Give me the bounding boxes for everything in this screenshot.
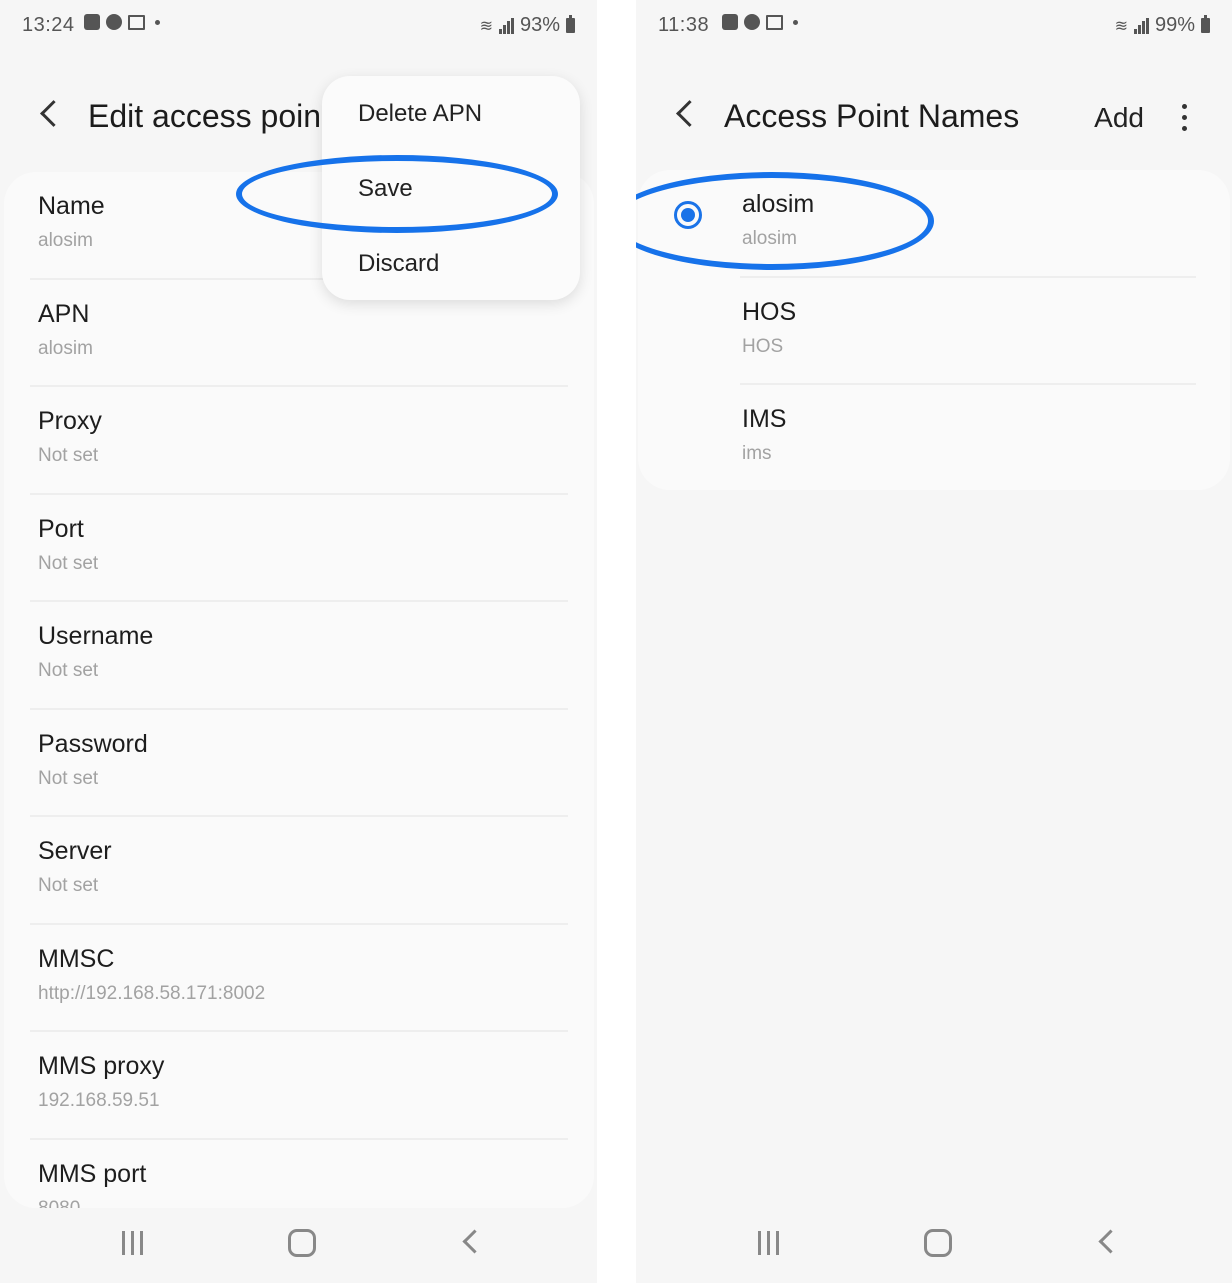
system-status: ≋ 93% [480,14,575,37]
battery-percent: 99% [1154,14,1195,36]
gmail-icon [766,14,783,30]
battery-icon [1201,15,1210,33]
home-button[interactable] [924,1229,952,1257]
field-value: http://192.168.58.171:8002 [38,982,266,1004]
recents-button[interactable] [758,1231,779,1255]
navigation-bar [636,1223,1232,1263]
delete-apn-menu-item[interactable]: Delete APN [358,100,482,128]
apn-field-row[interactable]: MMS port 8080 [4,1140,594,1209]
field-label: MMSC [38,944,115,973]
apn-list-item[interactable]: HOS HOS [638,278,1230,385]
apn-value: ims [742,443,772,464]
field-label: APN [38,299,90,328]
apn-field-row[interactable]: Server Not set [4,817,594,925]
nav-back-button[interactable] [462,1229,487,1254]
field-label: Name [38,192,105,220]
field-label: Username [38,622,154,650]
field-value: Not set [38,875,99,896]
apn-name: IMS [742,405,787,433]
apn-field-row[interactable]: Port Not set [4,495,594,602]
back-button[interactable] [672,94,700,134]
more-notifications-icon [793,19,798,25]
wifi-icon: ≋ [1114,17,1128,35]
more-options-icon[interactable] [1182,104,1188,134]
navigation-bar [0,1223,597,1263]
apn-field-row[interactable]: Username Not set [4,602,594,710]
apn-value: HOS [742,335,784,357]
field-value: 8080 [38,1197,81,1209]
gallery-icon [84,14,100,30]
signal-icon [1133,17,1149,34]
field-label: MMS proxy [38,1052,165,1080]
more-notifications-icon [155,19,160,25]
gallery-icon [722,14,738,30]
wifi-icon: ≋ [479,17,493,35]
apn-name: HOS [742,297,797,326]
apn-field-row[interactable]: Password Not set [4,710,594,817]
discard-menu-item[interactable]: Discard [358,250,439,278]
notification-icons [722,14,798,30]
signal-icon [498,17,514,34]
app-bar: Access Point Names Add [636,90,1232,150]
back-button[interactable] [36,94,64,134]
add-apn-button[interactable]: Add [1094,102,1144,134]
access-point-names-screen: 11:38 ≋ 99% Access Point Names Add alosi… [636,0,1232,1283]
battery-icon [566,15,575,33]
notification-icons [84,14,160,30]
gmail-icon [128,14,145,30]
field-value: 192.168.59.51 [38,1090,160,1111]
status-bar: 11:38 ≋ 99% [636,12,1232,42]
field-value: Not set [38,445,99,466]
field-label: Server [38,837,112,865]
apn-field-row[interactable]: Proxy Not set [4,387,594,495]
system-status: ≋ 99% [1115,14,1210,37]
status-time: 11:38 [658,14,710,36]
field-value: Not set [38,660,99,681]
battery-percent: 93% [519,14,560,36]
apn-fields-card: Name alosim APN alosim Proxy Not set Port Not s… [4,172,594,1208]
field-label: MMS port [38,1159,147,1188]
nav-back-button[interactable] [1098,1229,1123,1254]
field-label: Password [38,729,148,758]
account-icon [106,14,122,30]
field-value: Not set [38,552,99,574]
status-time: 13:24 [22,14,75,36]
account-icon [744,14,760,30]
save-highlight-annotation [236,155,558,233]
status-bar: 13:24 ≋ 93% [0,12,597,42]
field-label: Port [38,514,84,543]
field-value: alosim [38,230,93,251]
page-title: Access Point Names [724,98,1020,134]
edit-apn-screen: 13:24 ≋ 93% Edit access point Name alosim… [0,0,597,1283]
page-title: Edit access point [88,98,320,134]
apn-field-row[interactable]: MMS proxy 192.168.59.51 [4,1032,594,1140]
field-label: Proxy [38,407,102,435]
field-value: alosim [38,337,93,359]
home-button[interactable] [288,1229,316,1257]
apn-field-row[interactable]: MMSC http://192.168.58.171:8002 [4,925,594,1032]
field-value: Not set [38,767,99,789]
recents-button[interactable] [122,1231,143,1255]
apn-list-item[interactable]: IMS ims [638,385,1230,490]
